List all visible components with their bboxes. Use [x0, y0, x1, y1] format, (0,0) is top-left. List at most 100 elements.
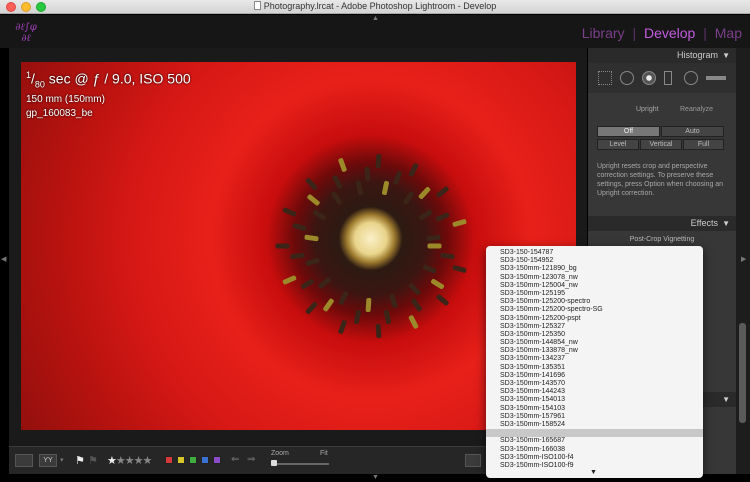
module-separator: | [632, 25, 637, 41]
preset-menu-item[interactable]: SD3-150mm-125200-spectro [486, 298, 703, 306]
stamen-shape [381, 180, 389, 196]
collapse-icon[interactable]: ▼ [722, 216, 730, 231]
upright-off-button[interactable]: Off [597, 126, 660, 137]
preset-dropdown-menu: SD3-150-154787 SD3-150-154952 SD3-150mm-12… [486, 246, 703, 478]
preset-menu-item[interactable]: SD3-150mm-125350 [486, 331, 703, 339]
before-after-menu-icon[interactable]: ▾ [60, 456, 64, 464]
preset-menu-item[interactable]: SD3-150mm-133878_nw [486, 347, 703, 355]
document-icon [253, 1, 261, 10]
color-label-swatch[interactable] [201, 456, 209, 464]
upright-full-button[interactable]: Full [683, 139, 724, 150]
next-photo-icon[interactable]: ⇒ [247, 454, 255, 465]
preset-menu-item[interactable]: SD3-150mm-143570 [486, 380, 703, 388]
stamen-shape [291, 222, 307, 231]
scrollbar-thumb[interactable] [739, 323, 746, 423]
filename-info: gp_160083_be [26, 108, 93, 120]
preset-menu-item[interactable]: SD3-150mm-123078_nw [486, 274, 703, 282]
preset-menu-item[interactable]: SD3-150mm-154103 [486, 405, 703, 413]
preset-menu-item[interactable]: SD3-150mm-165687 [486, 437, 703, 445]
focal-length-info: 150 mm (150mm) [26, 94, 105, 106]
color-label-swatch[interactable] [177, 456, 185, 464]
module-map[interactable]: Map [715, 25, 742, 41]
radial-filter-icon[interactable] [684, 71, 698, 85]
upright-level-button[interactable]: Level [597, 139, 639, 150]
preset-menu-item[interactable]: SD3-150mm-ISO100-f4 [486, 454, 703, 462]
zoom-slider[interactable] [271, 463, 329, 465]
stamen-shape [408, 162, 420, 178]
stamen-shape [306, 194, 321, 207]
module-picker: Library | Develop | Map [578, 25, 742, 41]
color-label-swatch[interactable] [189, 456, 197, 464]
star-icon[interactable]: ★ [143, 455, 153, 467]
preset-menu-item[interactable]: SD3-150mm-125004_nw [486, 282, 703, 290]
reanalyze-button[interactable]: Reanalyze [680, 106, 713, 113]
preset-menu-item[interactable]: SD3-150mm-135351 [486, 364, 703, 372]
preset-menu-item[interactable]: SD3-150-154787 [486, 249, 703, 257]
stamen-shape [402, 190, 415, 206]
preset-menu-item[interactable]: SD3-150mm-154013 [486, 396, 703, 404]
collapse-icon[interactable]: ▼ [722, 392, 730, 407]
preset-menu-item[interactable]: SD3-150mm-158524 [486, 421, 703, 429]
red-eye-icon[interactable] [642, 71, 656, 85]
toolbar-menu-button[interactable] [465, 454, 481, 467]
tool-strip [588, 63, 736, 93]
right-panel-toggle-icon[interactable]: ▶ [741, 255, 746, 263]
star-icon[interactable]: ★ [125, 455, 135, 467]
color-label-swatch[interactable] [165, 456, 173, 464]
left-panel-toggle-icon[interactable]: ◀ [1, 255, 6, 263]
star-rating[interactable]: ★★★★★ [107, 454, 153, 467]
stamen-shape [337, 319, 348, 334]
color-label-swatch[interactable] [213, 456, 221, 464]
preset-menu-item[interactable]: SD3-150mm-125200-spectro-SG [486, 306, 703, 314]
upright-vertical-button[interactable]: Vertical [640, 139, 682, 150]
preset-menu-item[interactable]: SD3-150mm-144854_nw [486, 339, 703, 347]
preset-menu-item[interactable]: SD3-150mm-125195 [486, 290, 703, 298]
before-after-button[interactable]: YY [39, 454, 57, 467]
zoom-slider-thumb[interactable] [271, 460, 277, 466]
filmstrip-toggle-icon[interactable]: ▼ [372, 474, 379, 481]
module-library[interactable]: Library [582, 25, 625, 41]
module-develop[interactable]: Develop [644, 25, 695, 41]
crop-overlay-icon[interactable] [598, 71, 612, 85]
effects-header[interactable]: Effects ▼ [588, 216, 736, 231]
upright-auto-button[interactable]: Auto [661, 126, 724, 137]
graduated-filter-icon[interactable] [664, 71, 672, 85]
stamen-shape [375, 153, 382, 168]
preset-menu-item[interactable]: SD3-150mm-125327 [486, 323, 703, 331]
star-icon[interactable]: ★ [116, 455, 126, 467]
stamen-shape [430, 277, 445, 290]
preset-menu-item[interactable]: SD3-150mm-121890_bg [486, 265, 703, 273]
stamen-shape [353, 309, 361, 325]
preset-menu-item[interactable]: SD3-150-154952 [486, 257, 703, 265]
stamen-shape [356, 180, 364, 196]
star-icon[interactable]: ★ [107, 455, 117, 467]
preset-menu-item[interactable]: SD3-150mm-144243 [486, 388, 703, 396]
window-title: Photography.lrcat - Adobe Photoshop Ligh… [0, 1, 750, 11]
preset-menu-item[interactable]: SD3-150mm-125200-pspt [486, 315, 703, 323]
spot-removal-icon[interactable] [620, 71, 634, 85]
zoom-fit-label: Fit [320, 450, 328, 457]
preset-menu-item[interactable]: SD3-150mm-166038 [486, 446, 703, 454]
previous-photo-icon[interactable]: ⇐ [231, 454, 239, 465]
reject-flag-icon[interactable]: ⚑ [88, 454, 98, 467]
collapse-icon[interactable]: ▼ [722, 48, 730, 63]
loupe-view-button[interactable] [15, 454, 33, 467]
stamen-shape [322, 297, 335, 313]
exposure-info: 1/80 sec @ ƒ / 9.0, ISO 500 [26, 70, 191, 90]
preset-menu-item[interactable]: SD3-150mm-134237 [486, 355, 703, 363]
preset-menu-item[interactable]: SD3-150mm-141696 [486, 372, 703, 380]
scroll-down-icon[interactable]: ▼ [590, 469, 597, 476]
stamen-shape [330, 190, 343, 206]
adjustment-brush-icon[interactable] [706, 76, 726, 80]
preset-menu-list: SD3-150-154787 SD3-150-154952 SD3-150mm-12… [486, 249, 703, 470]
stamen-shape [289, 252, 305, 260]
flag-icon[interactable]: ⚑ [75, 454, 85, 467]
stamen-shape [365, 297, 372, 312]
preset-menu-item[interactable] [486, 429, 703, 438]
top-panel-toggle-icon[interactable]: ▲ [372, 15, 379, 22]
preset-menu-item[interactable]: SD3-150mm-157961 [486, 413, 703, 421]
stamen-shape [435, 185, 450, 199]
histogram-header[interactable]: Histogram ▼ [588, 48, 736, 63]
stamen-shape [305, 257, 321, 267]
star-icon[interactable]: ★ [134, 455, 144, 467]
